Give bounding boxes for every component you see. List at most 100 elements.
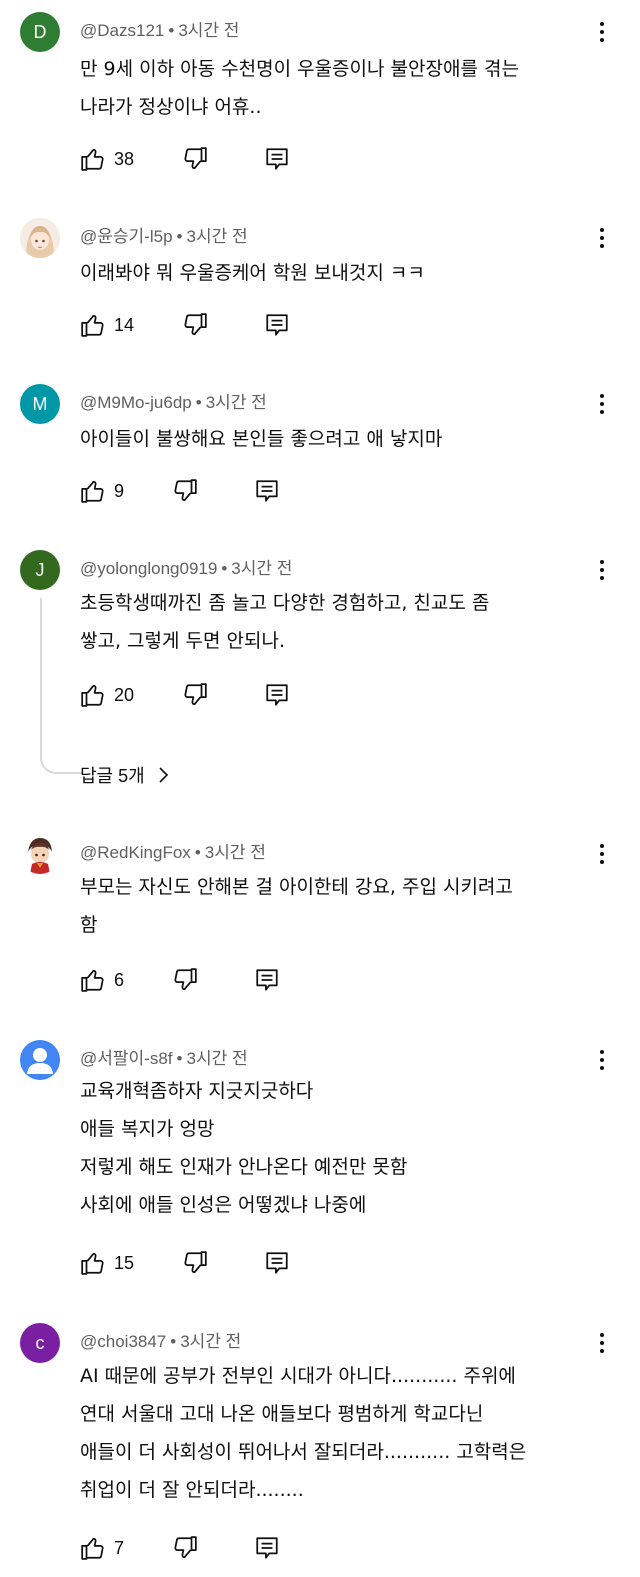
like-button[interactable]: 20 <box>80 682 134 708</box>
avatar[interactable] <box>20 1040 60 1080</box>
timestamp[interactable]: 3시간 전 <box>206 393 267 412</box>
reply-button[interactable] <box>254 967 280 993</box>
comment-line: 이래봐야 뭐 우울증케어 학원 보내것지 ㅋㅋ <box>80 262 425 284</box>
thumbs-up-icon <box>81 148 104 171</box>
more-vert-icon[interactable] <box>592 1329 612 1357</box>
avatar-letter: M <box>32 393 48 414</box>
thumbs-up-icon <box>81 1537 104 1560</box>
author-name[interactable]: @서팔이-s8f <box>80 1049 173 1068</box>
avatar-letter: D <box>33 21 47 42</box>
comment-actions: 20 <box>80 680 290 710</box>
dislike-button[interactable] <box>182 1250 208 1276</box>
comment-text: 초등학생때까진 좀 놀고 다양한 경험하고, 친교도 좀 쌓고, 그렇게 두면 … <box>80 584 600 660</box>
thread-connector-line <box>40 598 82 774</box>
more-vert-icon[interactable] <box>592 18 612 46</box>
comment-actions: 6 <box>80 965 280 995</box>
more-vert-icon[interactable] <box>592 1046 612 1074</box>
avatar[interactable] <box>20 218 60 258</box>
like-button[interactable]: 9 <box>80 478 124 504</box>
avatar[interactable] <box>20 834 60 874</box>
dislike-button[interactable] <box>182 312 208 338</box>
author-name[interactable]: @yolonglong0919 <box>80 559 217 578</box>
author-name[interactable]: @윤승기-l5p <box>80 227 173 246</box>
more-vert-icon[interactable] <box>592 390 612 418</box>
reply-icon <box>266 314 288 336</box>
timestamp[interactable]: 3시간 전 <box>178 21 239 40</box>
comment-actions: 9 <box>80 476 280 506</box>
comment-line: 함 <box>80 914 98 936</box>
like-button[interactable]: 38 <box>80 146 134 172</box>
comment-line: 애들이 더 사회성이 뛰어나서 잘되더라........... 고학력은 <box>80 1441 527 1463</box>
anime-avatar-image <box>20 218 60 258</box>
author-name[interactable]: @RedKingFox <box>80 843 191 862</box>
comment-header: @서팔이-s8f • 3시간 전 <box>80 1044 248 1069</box>
comment-text: 이래봐야 뭐 우울증케어 학원 보내것지 ㅋㅋ <box>80 254 600 292</box>
thumbs-up-icon <box>81 684 104 707</box>
dislike-button[interactable] <box>182 682 208 708</box>
author-name[interactable]: @Dazs121 <box>80 21 164 40</box>
thumbs-up-icon <box>81 1252 104 1275</box>
reply-button[interactable] <box>264 312 290 338</box>
separator: • <box>176 227 183 246</box>
like-count: 9 <box>114 480 125 501</box>
timestamp[interactable]: 3시간 전 <box>186 1049 247 1068</box>
timestamp[interactable]: 3시간 전 <box>186 227 247 246</box>
reply-button[interactable] <box>264 1250 290 1276</box>
more-vert-icon[interactable] <box>592 224 612 252</box>
dislike-button[interactable] <box>182 146 208 172</box>
dislike-button[interactable] <box>172 478 198 504</box>
thumbs-up-icon <box>81 969 104 992</box>
like-count: 6 <box>114 969 125 990</box>
reply-button[interactable] <box>254 1535 280 1561</box>
comment-text: 아이들이 불쌍해요 본인들 좋으려고 애 낳지마 <box>80 420 600 458</box>
comment-line: 사회에 애들 인성은 어떻겠냐 나중에 <box>80 1194 367 1216</box>
avatar[interactable]: M <box>20 384 60 424</box>
avatar[interactable]: J <box>20 550 60 590</box>
thumbs-down-icon <box>184 147 207 170</box>
dislike-button[interactable] <box>172 967 198 993</box>
thumbs-down-icon <box>174 1536 197 1559</box>
avatar-letter: J <box>35 559 45 580</box>
reply-button[interactable] <box>264 146 290 172</box>
view-replies-button[interactable]: 답글 5개 <box>80 762 169 788</box>
separator: • <box>176 1049 183 1068</box>
replies-count-label: 답글 5개 <box>80 766 145 786</box>
comment-line: 교육개혁좀하자 지긋지긋하다 <box>80 1080 314 1102</box>
comment-actions: 14 <box>80 310 290 340</box>
comment-actions: 15 <box>80 1248 290 1278</box>
comment-line: 아이들이 불쌍해요 본인들 좋으려고 애 낳지마 <box>80 428 443 450</box>
comment-header: @Dazs121 • 3시간 전 <box>80 16 239 41</box>
comment-line: 연대 서울대 고대 나온 애들보다 평범하게 학교다닌 <box>80 1403 484 1425</box>
avatar[interactable]: c <box>20 1323 60 1363</box>
separator: • <box>168 21 175 40</box>
comment-line: 애들 복지가 엉망 <box>80 1118 215 1140</box>
more-vert-icon[interactable] <box>592 556 612 584</box>
comment-header: @RedKingFox • 3시간 전 <box>80 838 266 863</box>
comment-header: @choi3847 • 3시간 전 <box>80 1327 241 1352</box>
dislike-button[interactable] <box>172 1535 198 1561</box>
avatar[interactable]: D <box>20 12 60 52</box>
comment-actions: 7 <box>80 1533 280 1563</box>
like-button[interactable]: 15 <box>80 1250 134 1276</box>
like-button[interactable]: 6 <box>80 967 124 993</box>
reply-button[interactable] <box>254 478 280 504</box>
comment-text: AI 때문에 공부가 전부인 시대가 아니다........... 주위에 연대… <box>80 1357 600 1509</box>
like-button[interactable]: 14 <box>80 312 134 338</box>
timestamp[interactable]: 3시간 전 <box>180 1332 241 1351</box>
thumbs-down-icon <box>174 968 197 991</box>
reply-button[interactable] <box>264 682 290 708</box>
author-name[interactable]: @M9Mo-ju6dp <box>80 393 192 412</box>
reply-icon <box>266 1252 288 1274</box>
comment-line: 초등학생때까진 좀 놀고 다양한 경험하고, 친교도 좀 <box>80 592 490 614</box>
thumbs-down-icon <box>184 313 207 336</box>
comment-line: 나라가 정상이냐 어휴.. <box>80 96 262 118</box>
more-vert-icon[interactable] <box>592 840 612 868</box>
thumbs-down-icon <box>184 1251 207 1274</box>
comment-line: 부모는 자신도 안해본 걸 아이한테 강요, 주입 시키려고 <box>80 876 513 898</box>
author-name[interactable]: @choi3847 <box>80 1332 166 1351</box>
timestamp[interactable]: 3시간 전 <box>205 843 266 862</box>
like-button[interactable]: 7 <box>80 1535 124 1561</box>
like-count: 7 <box>114 1537 125 1558</box>
timestamp[interactable]: 3시간 전 <box>231 559 292 578</box>
person-icon <box>27 1048 53 1074</box>
